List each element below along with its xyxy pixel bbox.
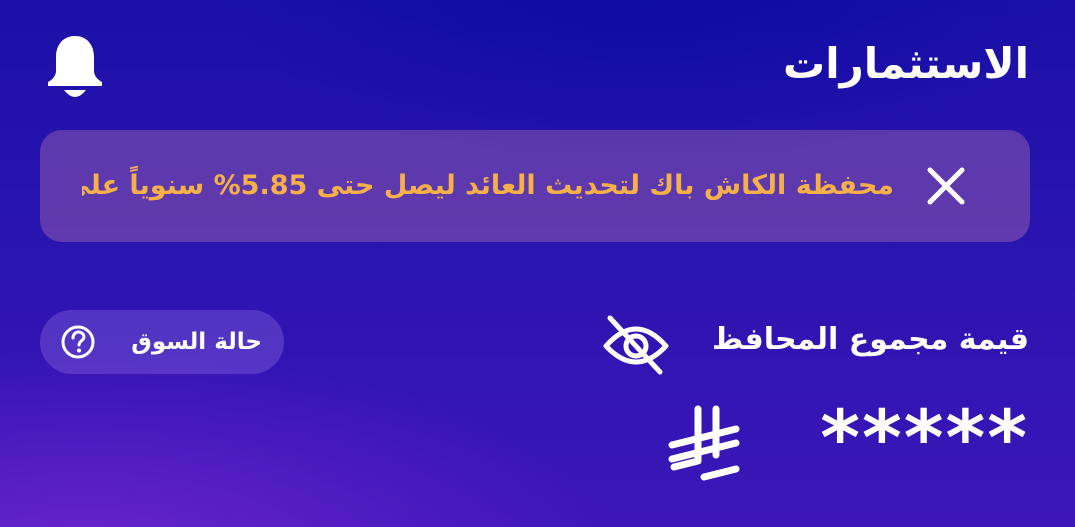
bell-icon [48, 36, 102, 97]
banner-close-button[interactable] [922, 162, 970, 210]
close-icon [927, 167, 965, 205]
page-title: الاستثمارات [783, 39, 1029, 88]
market-status-label: حالة السوق [131, 329, 262, 355]
portfolio-total-value: ***** [820, 393, 1029, 482]
market-status-button[interactable]: حالة السوق [40, 310, 284, 374]
eye-off-icon [603, 315, 669, 375]
promo-banner: محفظة الكاش باك لتحديث العائد ليصل حتى 5… [40, 130, 1030, 242]
toggle-visibility-button[interactable] [600, 312, 672, 376]
notifications-button[interactable] [42, 30, 108, 100]
question-circle-icon [61, 325, 95, 359]
portfolio-total-label: قيمة مجموع المحافظ [711, 322, 1029, 357]
saudi-riyal-icon [668, 405, 740, 481]
promo-banner-text: محفظة الكاش باك لتحديث العائد ليصل حتى 5… [82, 170, 894, 201]
